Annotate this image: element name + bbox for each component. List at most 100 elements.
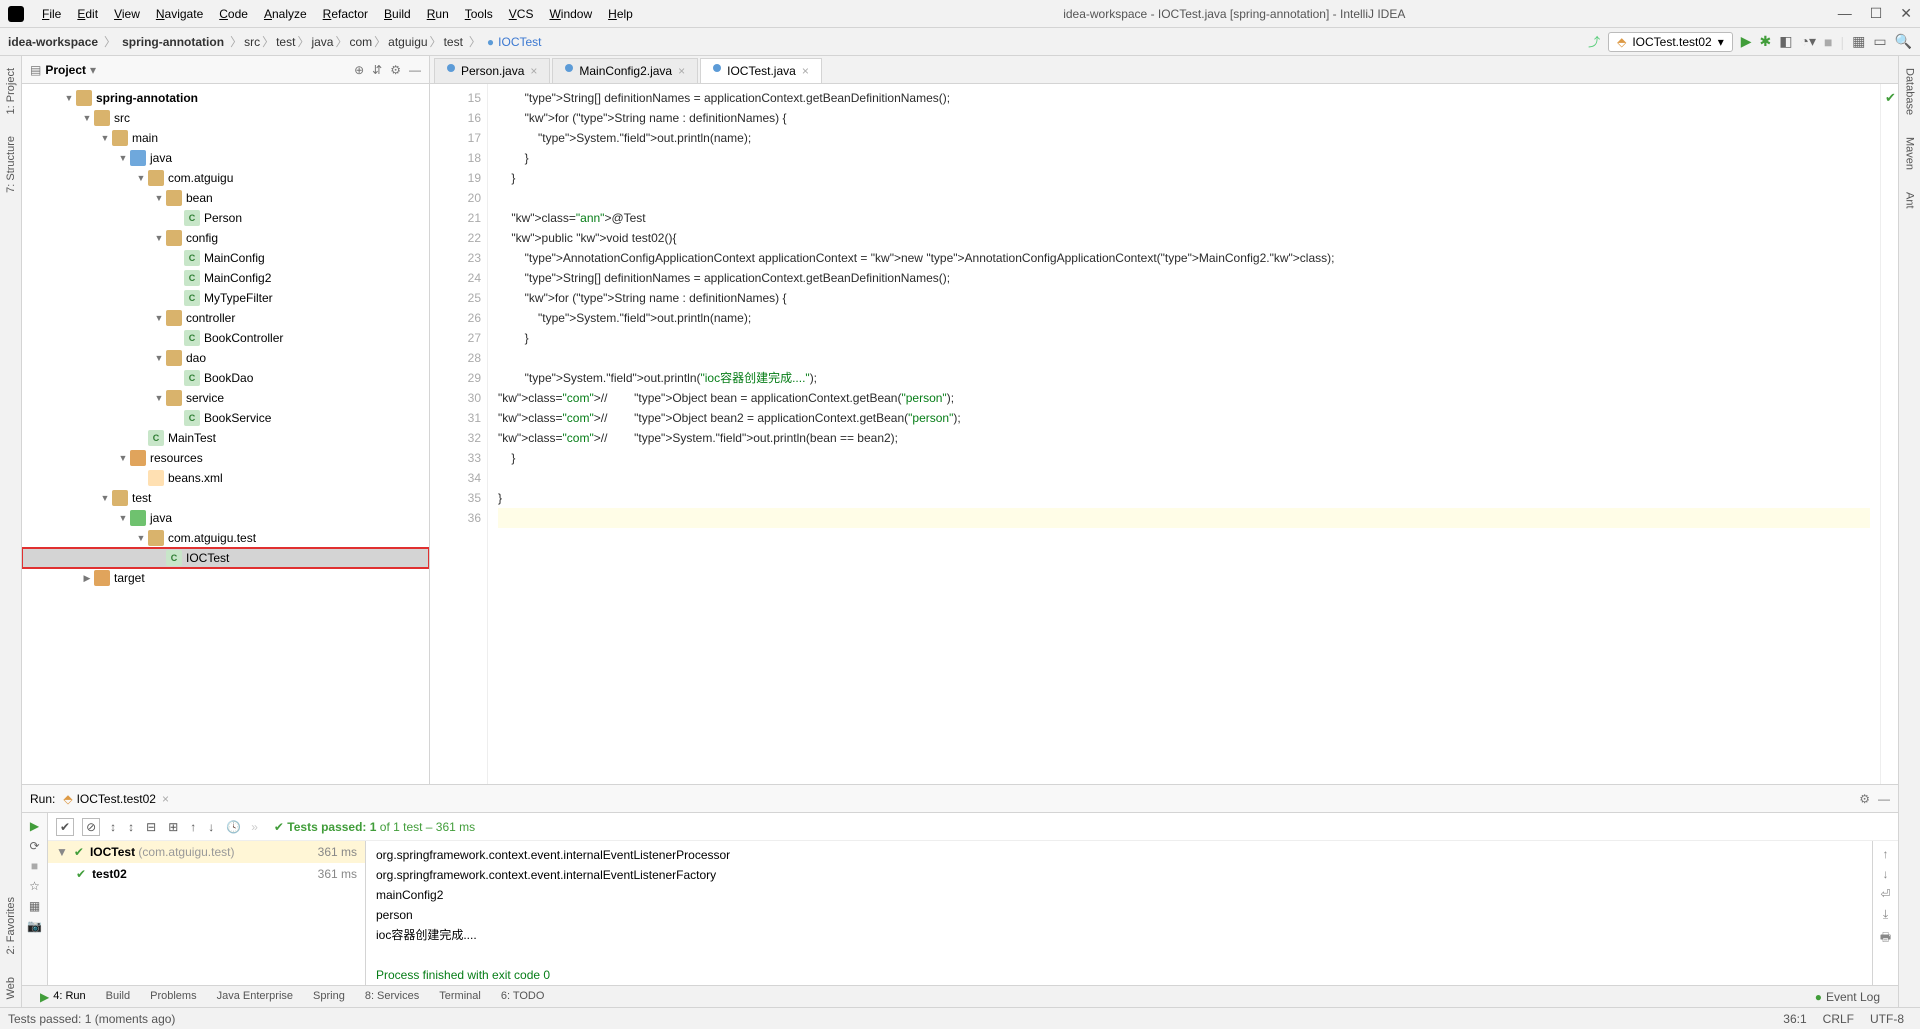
tree-item[interactable]: ▼resources [22,448,429,468]
print-icon[interactable]: 🖶 [1880,928,1891,949]
menu-edit[interactable]: Edit [69,7,106,21]
build-icon[interactable]: ⤴ [1588,33,1600,50]
soft-wrap-icon[interactable]: ⏎ [1880,887,1890,901]
menu-build[interactable]: Build [376,7,419,21]
maximize-icon[interactable]: ☐ [1870,5,1883,22]
up-icon[interactable]: ↑ [188,818,198,836]
caret-position[interactable]: 36:1 [1775,1012,1814,1026]
sort-icon[interactable]: ↕ [108,818,118,836]
menu-navigate[interactable]: Navigate [148,7,211,21]
tree-item[interactable]: ▼bean [22,188,429,208]
database-tool-tab[interactable]: Database [1902,60,1918,123]
layout-icon[interactable]: ▦ [1852,33,1865,50]
history-icon[interactable]: 🕓 [224,818,243,836]
locate-icon[interactable]: ⊕ [354,63,364,77]
scroll-down-icon[interactable]: ↓ [1883,867,1889,881]
tree-item[interactable]: MainConfig2 [22,268,429,288]
sort-icon-2[interactable]: ↕ [126,818,136,836]
menu-vcs[interactable]: VCS [501,7,542,21]
menu-tools[interactable]: Tools [457,7,501,21]
bottom-tab[interactable]: 8: Services [355,990,429,1004]
tree-item[interactable]: ▼com.atguigu.test [22,528,429,548]
console-output[interactable]: org.springframework.context.event.intern… [366,841,1872,985]
editor-tab[interactable]: IOCTest.java× [700,58,822,83]
pin-icon[interactable]: ☆ [29,879,40,893]
run-icon[interactable]: ▶ [1741,33,1752,50]
run-config-name[interactable]: IOCTest.test02 [77,792,156,806]
tree-item[interactable]: ▶target [22,568,429,588]
scroll-end-icon[interactable]: ⤓ [1883,907,1888,922]
menu-refactor[interactable]: Refactor [315,7,376,21]
menu-run[interactable]: Run [419,7,457,21]
bottom-tab[interactable]: Terminal [429,990,491,1004]
hide-icon[interactable]: — [409,63,421,77]
ant-tool-tab[interactable]: Ant [1902,184,1918,217]
show-passed-icon[interactable]: ✔ [56,818,74,836]
layout-icon[interactable]: ▦ [29,899,40,913]
down-icon[interactable]: ↓ [206,818,216,836]
tree-item[interactable]: beans.xml [22,468,429,488]
close-tab-icon[interactable]: × [802,64,809,78]
gear-icon[interactable]: ⚙ [390,63,401,77]
tree-item[interactable]: MyTypeFilter [22,288,429,308]
tree-item[interactable]: BookController [22,328,429,348]
rerun-icon[interactable]: ▶ [30,819,39,833]
tree-item[interactable]: ▼main [22,128,429,148]
structure-tool-tab[interactable]: 7: Structure [3,128,19,201]
tree-item[interactable]: MainConfig [22,248,429,268]
run-configuration-selector[interactable]: ⬘ IOCTest.test02 ▾ [1608,32,1733,52]
maven-tool-tab[interactable]: Maven [1902,129,1918,178]
bottom-tab[interactable]: ▶4: Run [30,990,96,1004]
debug-icon[interactable]: ✱ [1760,33,1772,50]
stop-icon[interactable]: ■ [1824,34,1832,50]
editor-tab[interactable]: MainConfig2.java× [552,58,698,83]
minimize-icon[interactable]: — [1838,5,1852,22]
tree-item[interactable]: ▼java [22,148,429,168]
export-icon[interactable]: 📷 [27,919,42,933]
toggle-icon[interactable]: ⟳ [29,839,39,853]
editor-tab[interactable]: Person.java× [434,58,550,83]
bottom-tab[interactable]: Spring [303,990,355,1004]
bottom-tab[interactable]: Java Enterprise [207,990,303,1004]
close-tab-icon[interactable]: × [678,64,685,78]
tree-item[interactable]: BookService [22,408,429,428]
tree-item[interactable]: ▼controller [22,308,429,328]
line-separator[interactable]: CRLF [1815,1012,1862,1026]
menu-file[interactable]: File [34,7,69,21]
profile-icon[interactable]: ◔▾ [1801,33,1816,50]
tree-item[interactable]: ▼config [22,228,429,248]
bottom-tab[interactable]: 6: TODO [491,990,555,1004]
project-tree[interactable]: ▼spring-annotation▼src▼main▼java▼com.atg… [22,84,429,784]
bottom-tab[interactable]: Build [96,990,140,1004]
hide-icon[interactable]: — [1878,792,1890,806]
menu-analyze[interactable]: Analyze [256,7,315,21]
menu-help[interactable]: Help [600,7,641,21]
test-tree[interactable]: ▼✔IOCTest (com.atguigu.test)361 ms✔test0… [48,841,366,985]
coverage-icon[interactable]: ◧ [1779,33,1792,50]
test-row[interactable]: ✔test02361 ms [48,863,365,885]
gear-icon[interactable]: ⚙ [1859,792,1870,806]
close-tab-icon[interactable]: × [530,64,537,78]
tree-item[interactable]: ▼com.atguigu [22,168,429,188]
menu-code[interactable]: Code [211,7,256,21]
tree-item[interactable]: ▼test [22,488,429,508]
menu-window[interactable]: Window [541,7,600,21]
stop-icon[interactable]: ■ [31,859,38,873]
collapse-all-icon[interactable]: ⊞ [166,818,180,836]
tree-item[interactable]: ▼java [22,508,429,528]
file-encoding[interactable]: UTF-8 [1862,1012,1912,1026]
expand-icon[interactable]: ⇵ [372,63,382,77]
close-tab-icon[interactable]: × [162,792,169,806]
tree-item[interactable]: ▼spring-annotation [22,88,429,108]
close-icon[interactable]: ✕ [1900,5,1912,22]
test-row[interactable]: ▼✔IOCTest (com.atguigu.test)361 ms [48,841,365,863]
project-tool-tab[interactable]: 1: Project [3,60,19,122]
bottom-tab[interactable]: Problems [140,990,206,1004]
tree-item[interactable]: ▼src [22,108,429,128]
tree-item[interactable]: ▼dao [22,348,429,368]
scroll-up-icon[interactable]: ↑ [1883,847,1889,861]
menu-view[interactable]: View [106,7,148,21]
tree-item[interactable]: MainTest [22,428,429,448]
tree-item[interactable]: ▼service [22,388,429,408]
web-tool-tab[interactable]: Web [3,969,19,1007]
